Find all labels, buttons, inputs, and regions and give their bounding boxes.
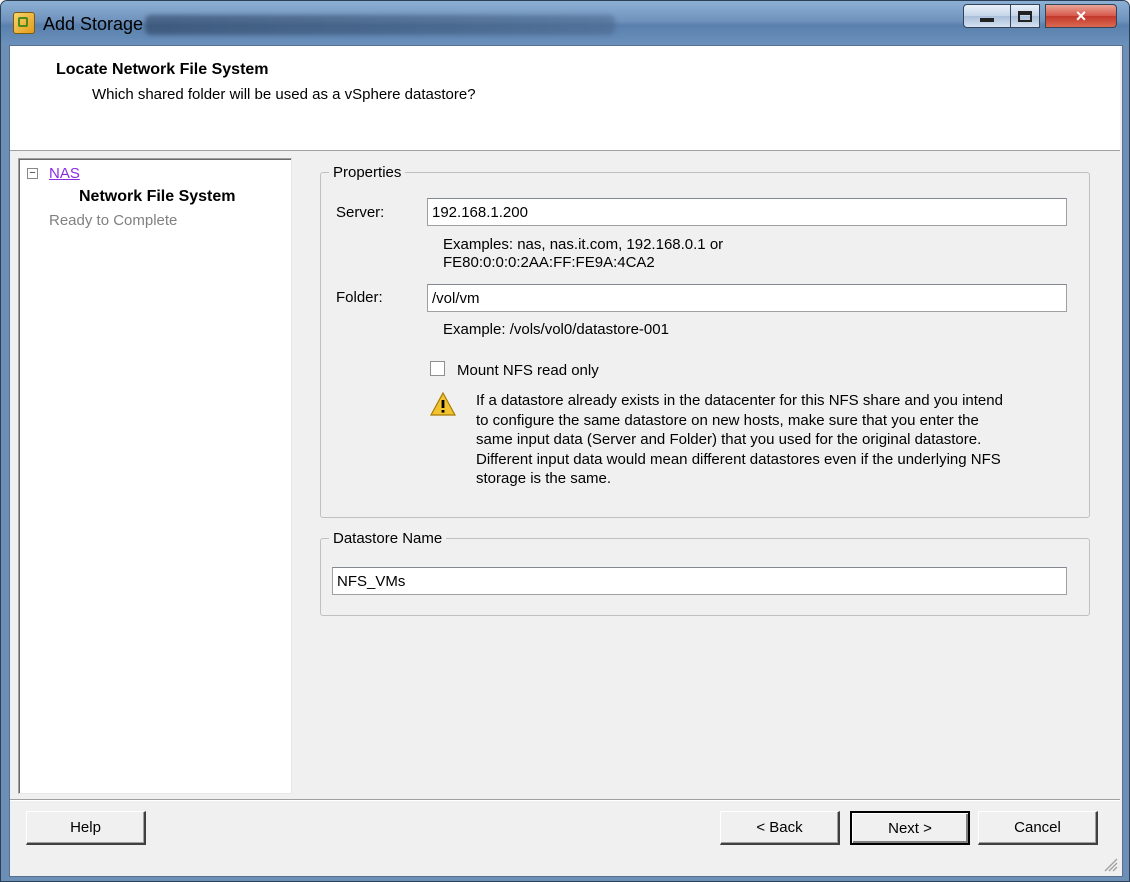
folder-hint: Example: /vols/vol0/datastore-001	[443, 321, 669, 338]
blurred-title-region	[145, 15, 615, 35]
wizard-steps-pane: − NAS Network File System Ready to Compl…	[18, 158, 292, 794]
button-separator	[10, 799, 1120, 801]
warning-line: If a datastore already exists in the dat…	[476, 392, 1003, 409]
warning-line: same input data (Server and Folder) that…	[476, 431, 982, 448]
datastore-name-legend: Datastore Name	[333, 530, 443, 547]
folder-input[interactable]	[427, 284, 1067, 312]
minimize-button[interactable]	[963, 4, 1011, 28]
maximize-button[interactable]	[1010, 4, 1040, 28]
properties-legend: Properties	[333, 164, 402, 181]
help-button[interactable]: Help	[26, 811, 146, 845]
minimize-icon	[980, 18, 994, 22]
maximize-icon	[1018, 10, 1032, 22]
warning-line: Different input data would mean differen…	[476, 450, 1001, 468]
folder-label: Folder:	[336, 289, 383, 306]
mount-readonly-checkbox[interactable]	[430, 361, 445, 376]
server-input[interactable]	[427, 198, 1067, 226]
warning-line: storage is the same.	[476, 470, 612, 487]
back-button[interactable]: < Back	[720, 811, 840, 845]
nav-step-ready-to-complete: Ready to Complete	[49, 212, 178, 229]
server-label: Server:	[336, 204, 385, 221]
app-icon	[13, 12, 35, 34]
warning-message: If a datastore already exists in the dat…	[476, 391, 1066, 489]
window-title: Add Storage	[43, 14, 144, 34]
page-title: Locate Network File System	[56, 61, 269, 78]
nav-step-nas[interactable]: NAS	[49, 165, 80, 182]
collapse-icon[interactable]: −	[27, 168, 38, 179]
wizard-header: Locate Network File System Which shared …	[10, 46, 1120, 151]
next-button[interactable]: Next >	[850, 811, 970, 845]
dialog-client-area: Locate Network File System Which shared …	[9, 45, 1123, 877]
warning-line: to configure the same datastore on new h…	[476, 411, 979, 429]
cancel-button[interactable]: Cancel	[978, 811, 1098, 845]
nav-step-network-file-system: Network File System	[79, 188, 236, 205]
server-hint-line1: Examples: nas, nas.it.com, 192.168.0.1 o…	[443, 236, 724, 253]
close-icon: ×	[1075, 5, 1087, 26]
close-button[interactable]: ×	[1045, 4, 1117, 28]
server-hint-line2: FE80:0:0:0:2AA:FF:FE9A:4CA2	[443, 254, 655, 271]
resize-grip-icon[interactable]	[1102, 856, 1118, 872]
title-bar[interactable]: Add Storage ×	[1, 1, 1129, 45]
mount-readonly-label[interactable]: Mount NFS read only	[457, 362, 599, 379]
add-storage-window: Add Storage × Locate Network File System…	[0, 0, 1130, 882]
page-subtitle: Which shared folder will be used as a vS…	[92, 86, 476, 103]
datastore-name-input[interactable]	[332, 567, 1067, 595]
warning-icon	[430, 392, 456, 416]
